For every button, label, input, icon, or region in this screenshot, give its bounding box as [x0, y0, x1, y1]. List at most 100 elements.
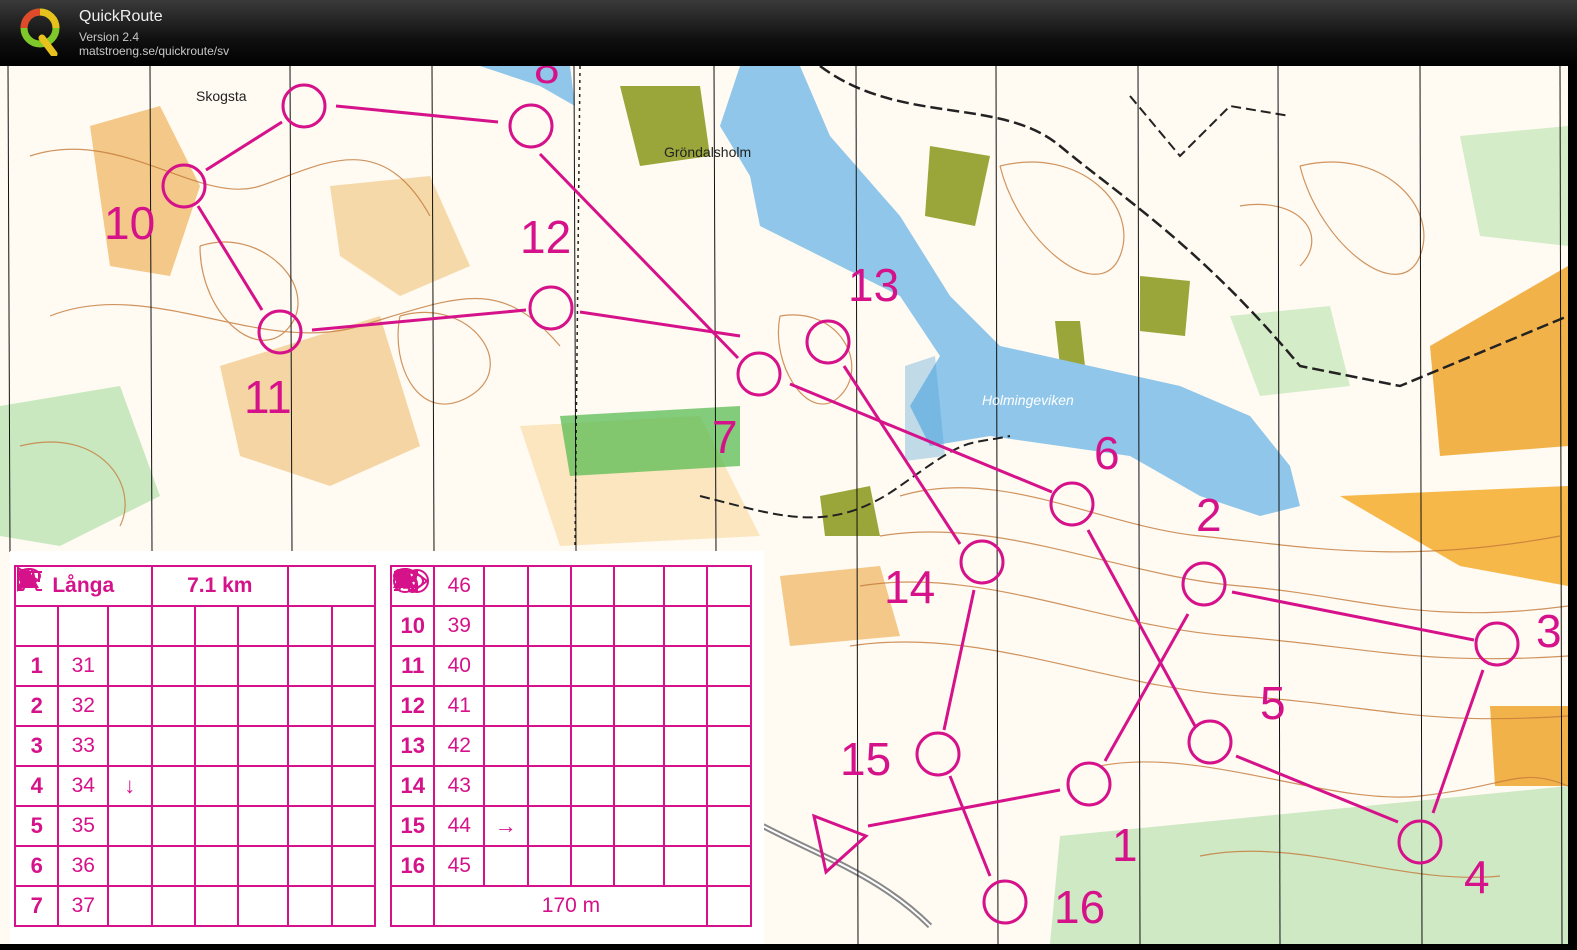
control-direction [483, 725, 529, 767]
control-direction [107, 685, 153, 727]
dot-feature-icon [394, 569, 572, 767]
control-sequence-number: 5 [13, 805, 60, 847]
vegetation-area [1230, 306, 1350, 396]
control-number-4: 4 [1464, 851, 1490, 903]
lake [720, 66, 1300, 516]
control-sequence-number: 12 [389, 685, 436, 727]
control-code: 45 [433, 845, 486, 887]
control-number-6: 6 [1094, 427, 1120, 479]
control-number-16: 16 [1054, 881, 1106, 933]
control-direction [483, 845, 529, 887]
control-sequence-number: 11 [389, 645, 436, 687]
place-label-grondalsholm: Gröndalsholm [664, 144, 752, 160]
course-distance: 7.1 km [150, 565, 290, 607]
control-direction [107, 845, 153, 887]
open-land-area [1430, 266, 1568, 456]
orienteering-map[interactable]: Skogsta Gröndalsholm Holmingeviken 2 3 4… [0, 66, 1568, 944]
finish-row: 170 m [389, 569, 752, 927]
control-code: 42 [433, 725, 486, 767]
oval-feature-icon [17, 568, 196, 687]
control-direction [483, 565, 529, 607]
finish-funnel-icon [389, 569, 436, 927]
control-number-1: 1 [1112, 819, 1138, 871]
control-description-row: 6 36 [13, 567, 376, 887]
control-description-row: 946 [389, 565, 752, 607]
control-number-15: 15 [840, 733, 892, 785]
quickroute-logo-icon [20, 8, 60, 56]
dot-feature-icon [18, 569, 196, 847]
vegetation-area [0, 386, 160, 546]
control-description-row: 4 34 ↓ [13, 569, 376, 807]
control-sequence-number: 6 [13, 845, 60, 887]
control-description-row: 11 40 [389, 571, 752, 687]
control-sequence-number: 3 [13, 725, 60, 767]
app-title: QuickRoute [79, 8, 163, 25]
triangle-feature-icon [393, 568, 572, 807]
control-number-12: 12 [520, 211, 572, 263]
lake [480, 66, 575, 106]
app-version: Version 2.4 [79, 30, 140, 44]
open-land-area [330, 176, 470, 296]
control-sequence-number: 16 [389, 845, 436, 887]
control-code: 33 [57, 725, 110, 767]
control-direction [107, 725, 153, 767]
quickroute-window: QuickRoute Version 2.4 matstroeng.se/qui… [0, 0, 1577, 950]
comb-feature-icon [18, 571, 196, 727]
control-direction [483, 685, 529, 727]
control-direction [107, 645, 153, 687]
oval-feature-icon [393, 568, 572, 727]
course-header-row: Långa 7.1 km [14, 565, 376, 607]
control-number-10: 10 [104, 197, 156, 249]
control-direction: ↓ [107, 765, 153, 807]
control-number-7: 7 [712, 411, 738, 463]
control-direction: → [483, 805, 529, 847]
control-number-13: 13 [848, 259, 900, 311]
control-number-2: 2 [1196, 489, 1222, 541]
vegetation-area [1460, 126, 1568, 246]
control-sequence-number: 2 [13, 685, 60, 727]
vegetation-area [1140, 276, 1190, 336]
dot-feature-icon [18, 569, 196, 767]
finish-distance: 170 m [433, 885, 709, 927]
control-description-row: 1 31 [13, 568, 376, 687]
comb-feature-icon [394, 571, 572, 687]
open-land-area [1340, 486, 1568, 586]
control-sequence-number: 15 [389, 805, 436, 847]
control-code: 44 [433, 805, 486, 847]
control-direction [107, 805, 153, 847]
control-sequence-number: 13 [389, 725, 436, 767]
control-sequence-number: 14 [389, 765, 436, 807]
control-code: 43 [433, 765, 486, 807]
control-description-row: 12 41 [389, 568, 752, 727]
control-description-row: 7 37 [13, 568, 376, 927]
control-code: 39 [433, 605, 486, 647]
description-table-right: 946103911401241134214431544→1645 170 m [389, 565, 752, 927]
control-code: 34 [57, 765, 110, 807]
control-number-11: 11 [244, 371, 292, 423]
control-direction [483, 605, 529, 647]
control-description-row: 2 32 [13, 571, 376, 727]
control-code: 35 [57, 805, 110, 847]
dot-feature-icon [394, 569, 572, 887]
control-number-5: 5 [1260, 677, 1286, 729]
knoll-feature-icon [394, 565, 572, 607]
knoll-feature-icon [18, 567, 196, 887]
control-description-row: 13 42 [389, 569, 752, 767]
control-direction [107, 885, 153, 927]
control-number-3: 3 [1536, 605, 1562, 657]
place-label-skogsta: Skogsta [196, 88, 247, 104]
open-land-area [90, 106, 200, 276]
control-description-row: 3 33 [13, 569, 376, 767]
triangle-feature-icon [393, 568, 572, 847]
control-number-14: 14 [884, 561, 936, 613]
control-sequence-number: 10 [389, 605, 436, 647]
control-code: 31 [57, 645, 110, 687]
control-description-row: 15 44 → [389, 568, 752, 847]
start-row [13, 566, 376, 647]
open-land-area [780, 566, 900, 646]
triangle-feature-icon [17, 568, 196, 927]
control-description-row: 14 43 [389, 568, 752, 807]
control-direction [483, 645, 529, 687]
control-code: 36 [57, 845, 110, 887]
app-url[interactable]: matstroeng.se/quickroute/sv [79, 44, 229, 58]
